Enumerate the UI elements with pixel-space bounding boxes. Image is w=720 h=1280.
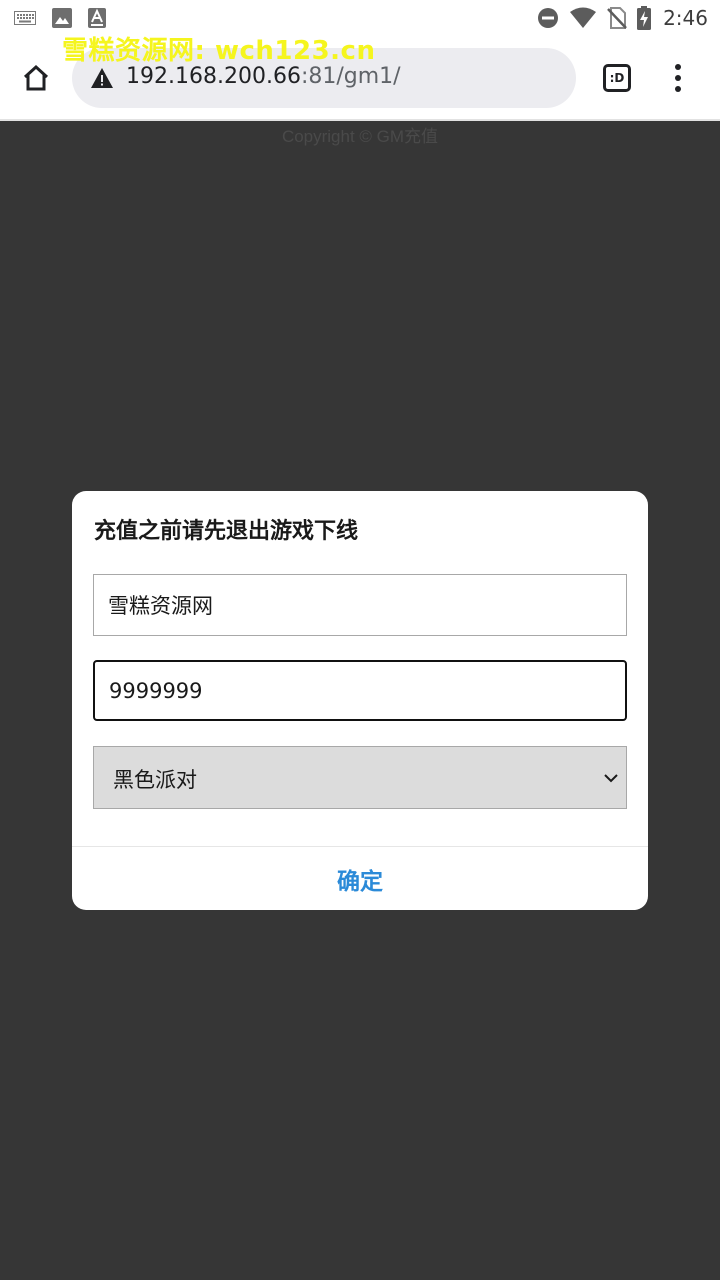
no-sim-icon bbox=[607, 7, 627, 29]
image-icon bbox=[52, 8, 72, 28]
account-input[interactable] bbox=[93, 574, 627, 636]
tab-switcher-button[interactable]: :D bbox=[603, 64, 631, 92]
copyright-text: Copyright © GM充值 bbox=[281, 127, 439, 146]
url-path: :81/gm1/ bbox=[300, 64, 401, 89]
more-menu-button[interactable] bbox=[666, 64, 690, 92]
clock: 2:46 bbox=[663, 6, 708, 30]
watermark-text: 雪糕资源网: wch123.cn bbox=[62, 36, 376, 66]
dialog-title: 充值之前请先退出游戏下线 bbox=[94, 519, 359, 544]
confirm-button[interactable]: 确定 bbox=[72, 847, 648, 910]
battery-charging-icon bbox=[637, 6, 652, 30]
menu-dot bbox=[675, 86, 681, 92]
url-text[interactable]: 192.168.200.66:81/gm1/ bbox=[126, 64, 401, 89]
warning-icon[interactable] bbox=[90, 67, 114, 89]
status-left-icons bbox=[14, 6, 106, 30]
home-button[interactable] bbox=[16, 58, 56, 98]
select-value: 黑色派对 bbox=[113, 768, 197, 792]
chevron-down-icon bbox=[604, 774, 618, 783]
status-right-icons: 2:46 bbox=[537, 6, 708, 30]
wifi-icon bbox=[570, 7, 597, 28]
amount-input[interactable] bbox=[93, 660, 627, 721]
font-icon bbox=[88, 8, 106, 28]
menu-dot bbox=[675, 64, 681, 70]
do-not-disturb-icon bbox=[538, 8, 559, 28]
home-icon bbox=[23, 64, 49, 91]
server-select[interactable]: 黑色派对 bbox=[93, 746, 627, 809]
recharge-dialog: 充值之前请先退出游戏下线 黑色派对 确定 bbox=[72, 491, 648, 910]
menu-dot bbox=[675, 75, 681, 81]
keyboard-icon bbox=[14, 11, 36, 25]
url-host: 192.168.200.66 bbox=[126, 64, 301, 89]
